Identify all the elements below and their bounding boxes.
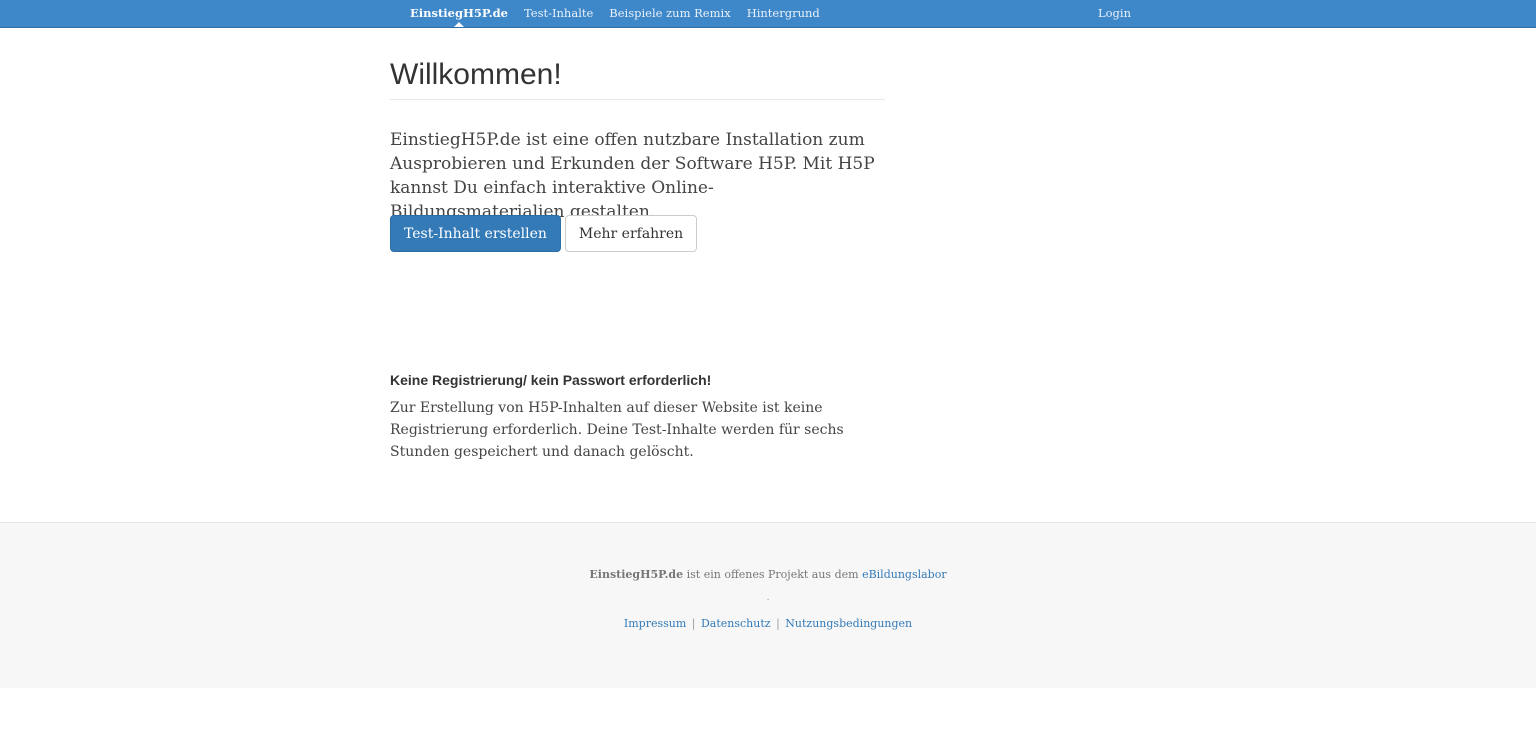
action-buttons: Test-Inhalt erstellen Mehr erfahren xyxy=(390,215,698,252)
footer-credit-text: ist ein offenes Projekt aus dem xyxy=(683,568,863,581)
impressum-link[interactable]: Impressum xyxy=(624,617,686,630)
footer-separator: | xyxy=(691,617,696,630)
footer: EinstiegH5P.de ist ein offenes Projekt a… xyxy=(0,522,1536,688)
footer-links: Impressum | Datenschutz | Nutzungsbeding… xyxy=(0,617,1536,630)
registration-note-text: Zur Erstellung von H5P-Inhalten auf dies… xyxy=(390,400,844,460)
title-divider xyxy=(390,99,885,100)
top-navbar: EinstiegH5P.de Test-Inhalte Beispiele zu… xyxy=(0,0,1536,28)
footer-credit: EinstiegH5P.de ist ein offenes Projekt a… xyxy=(0,568,1536,581)
nav-login-link[interactable]: Login xyxy=(1090,0,1139,27)
footer-dot: . xyxy=(766,593,770,603)
page-title: Willkommen! xyxy=(390,58,562,91)
nav-brand-link[interactable]: EinstiegH5P.de xyxy=(402,0,516,27)
datenschutz-link[interactable]: Datenschutz xyxy=(701,617,771,630)
nav-item-beispiele[interactable]: Beispiele zum Remix xyxy=(601,0,738,27)
learn-more-button[interactable]: Mehr erfahren xyxy=(564,215,698,252)
nav-item-hintergrund[interactable]: Hintergrund xyxy=(739,0,828,27)
registration-note-heading: Keine Registrierung/ kein Passwort erfor… xyxy=(390,372,712,388)
footer-separator: | xyxy=(776,617,780,630)
footer-brand: EinstiegH5P.de xyxy=(589,568,684,581)
nav-menu: EinstiegH5P.de Test-Inhalte Beispiele zu… xyxy=(402,0,828,27)
lead-paragraph: EinstiegH5P.de ist eine offen nutzbare I… xyxy=(390,130,875,222)
create-content-button[interactable]: Test-Inhalt erstellen xyxy=(390,215,561,252)
ebildungslabor-link[interactable]: eBildungslabor xyxy=(862,568,947,581)
nav-item-test-inhalte[interactable]: Test-Inhalte xyxy=(516,0,601,27)
nutzungsbedingungen-link[interactable]: Nutzungsbedingungen xyxy=(785,617,912,630)
